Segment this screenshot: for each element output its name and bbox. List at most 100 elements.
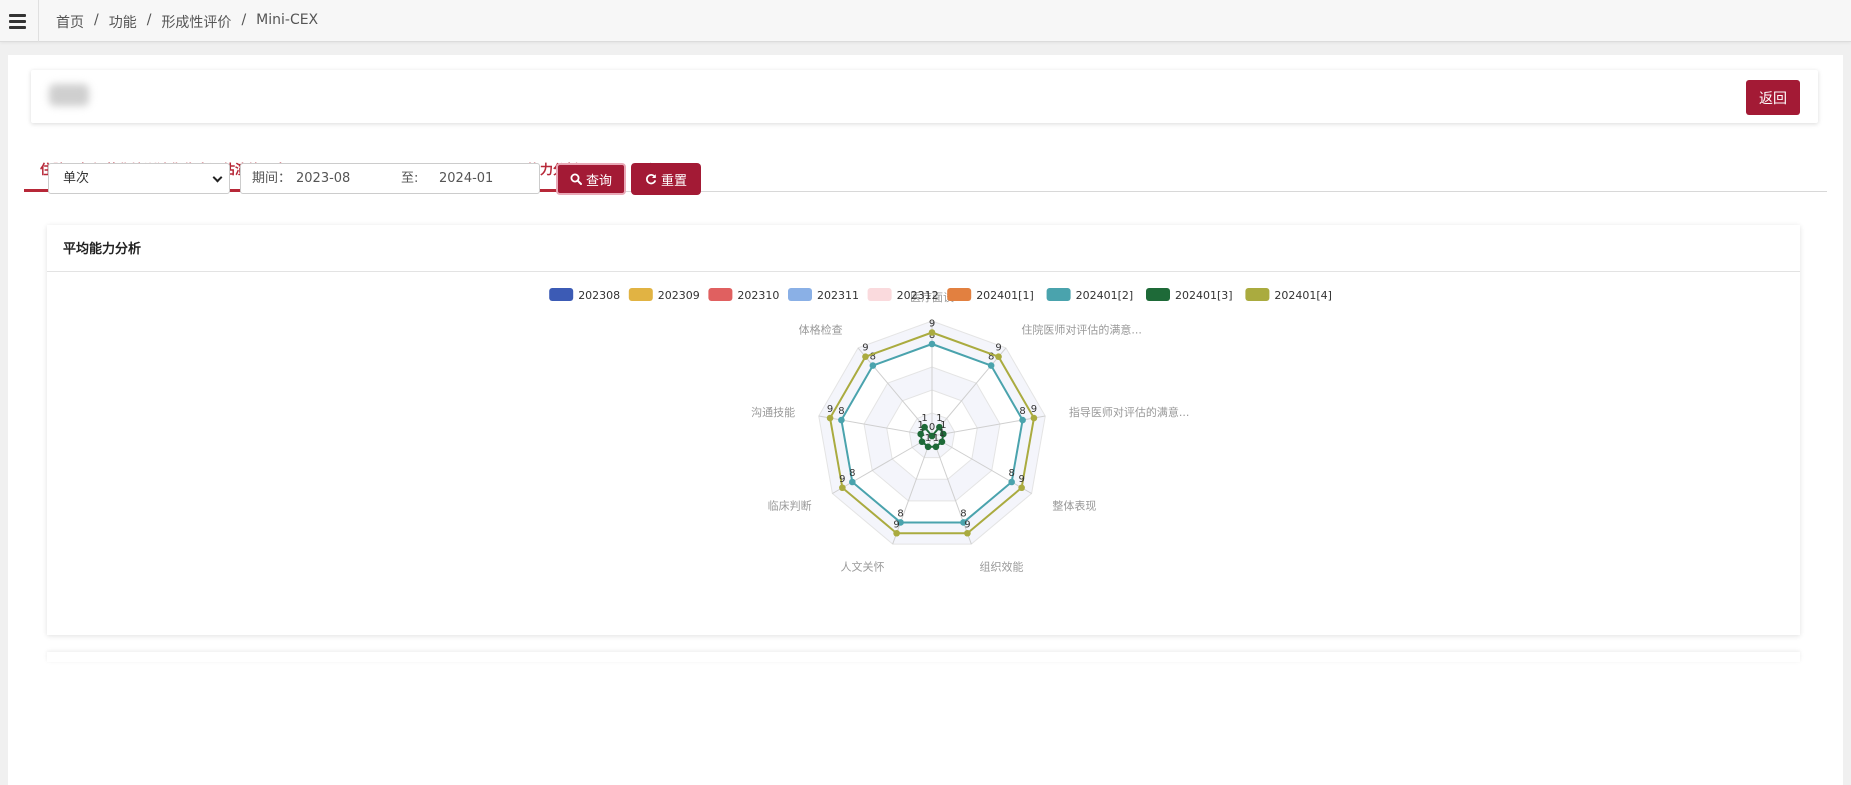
radar-data-label: 9 (1018, 474, 1024, 485)
legend-swatch (1245, 288, 1270, 301)
radar-data-label: 1 (933, 433, 939, 444)
radar-axis-label: 整体表现 (1052, 499, 1096, 513)
radar-data-point (932, 443, 940, 451)
mode-select-value: 单次 (63, 171, 90, 186)
radar-data-label: 9 (964, 519, 970, 530)
legend-item[interactable]: 202401[1] (947, 288, 1034, 302)
radar-data-point (928, 340, 936, 348)
radar-data-point (928, 329, 936, 336)
legend-item[interactable]: 202401[2] (1046, 288, 1134, 302)
legend-item[interactable]: 202309 (628, 288, 700, 302)
legend-swatch (867, 288, 892, 301)
radar-data-label: 1 (925, 433, 931, 444)
radar-data-label: 8 (838, 406, 844, 417)
query-button-label: 查询 (585, 173, 612, 189)
radar-data-label: 9 (839, 474, 845, 485)
radar-data-label: 9 (929, 319, 935, 330)
radar-data-label: 9 (827, 404, 833, 415)
radar-data-point (921, 423, 928, 431)
average-ability-card: 平均能力分析 医疗面谈 住院医师对评估的满意... 指导医师对评估的满意... 整体表… (47, 225, 1800, 635)
radar-data-label: 8 (897, 508, 903, 519)
legend-label: 202310 (737, 289, 779, 302)
legend-label: 202401[4] (1274, 289, 1332, 302)
radar-data-label: 9 (862, 343, 868, 354)
radar-axis-label: 沟通技能 (751, 405, 795, 419)
legend-item[interactable]: 202308 (549, 288, 620, 302)
reset-button-label: 重置 (660, 173, 687, 189)
student-header-card: 返回 (31, 70, 1818, 123)
breadcrumb-current: Mini-CEX (256, 12, 319, 28)
radar-axis-label: 指导医师对评估的满意... (1069, 405, 1190, 419)
radar-data-point (995, 353, 1002, 361)
radar-data-point (862, 353, 869, 361)
legend-swatch (628, 288, 653, 301)
next-card-edge (47, 652, 1800, 662)
radar-data-point (1030, 414, 1038, 422)
legend-item[interactable]: 202401[3] (1146, 288, 1233, 302)
legend-item[interactable]: 202312 (867, 288, 939, 302)
radar-data-label: 1 (939, 428, 945, 439)
period-end-value[interactable]: 2024-01 (439, 164, 493, 193)
radar-data-label: 9 (893, 519, 899, 530)
period-label: 期间： (252, 171, 292, 186)
legend-label: 202312 (897, 289, 939, 302)
radar-data-point (839, 484, 846, 492)
legend-label: 202311 (817, 289, 859, 302)
radar-data-point (1018, 484, 1025, 492)
radar-axis-label: 住院医师对评估的满意... (1021, 323, 1141, 337)
legend-swatch (1046, 288, 1071, 301)
breadcrumb-home[interactable]: 首页 (56, 12, 84, 32)
radar-axis-label: 临床判断 (768, 499, 812, 513)
mode-select[interactable]: 单次 (48, 163, 230, 194)
back-button[interactable]: 返回 (1746, 80, 1800, 115)
legend-swatch (788, 288, 812, 301)
radar-data-point (964, 529, 971, 537)
radar-data-point (917, 430, 924, 438)
legend-item[interactable]: 202401[4] (1245, 288, 1332, 302)
radar-data-label: 8 (1019, 406, 1025, 417)
radar-data-label: 9 (1031, 404, 1037, 415)
breadcrumb: 首页 / 功能 / 形成性评价 / Mini-CEX (56, 12, 318, 32)
radar-data-point (938, 438, 946, 446)
period-range-input[interactable]: 期间： 2023-08 至: 2024-01 (240, 163, 540, 194)
radar-data-point (1019, 416, 1026, 424)
breadcrumb-formative-eval[interactable]: 形成性评价 (161, 12, 231, 32)
navbar-divider (38, 0, 39, 42)
hamburger-icon (9, 11, 26, 32)
radar-data-label: 8 (849, 468, 855, 479)
legend-label: 202401[3] (1175, 289, 1233, 302)
legend-swatch (708, 288, 733, 301)
legend-swatch (549, 288, 574, 301)
radar-data-point (893, 529, 900, 537)
top-navbar: 首页 / 功能 / 形成性评价 / Mini-CEX (0, 0, 1851, 42)
legend-swatch (947, 288, 972, 301)
radar-data-label: 9 (995, 343, 1001, 354)
radar-data-point (849, 478, 856, 486)
breadcrumb-function[interactable]: 功能 (109, 12, 137, 32)
radar-axis-label: 体格检查 (799, 323, 843, 337)
radar-data-label: 1 (921, 413, 927, 424)
search-icon (570, 173, 582, 185)
radar-data-label: 8 (1008, 468, 1014, 479)
legend-label: 202309 (658, 289, 700, 302)
legend-label: 202308 (578, 289, 620, 302)
radar-data-point (838, 416, 845, 424)
radar-data-point (869, 362, 877, 369)
breadcrumb-separator: / (94, 12, 99, 28)
breadcrumb-separator: / (241, 12, 247, 28)
chevron-down-icon (212, 172, 223, 183)
reset-button[interactable]: 重置 (631, 163, 701, 195)
radar-data-point (987, 362, 995, 369)
radar-data-label: 8 (960, 508, 966, 519)
legend-item[interactable]: 202311 (788, 288, 859, 302)
period-start-value[interactable]: 2023-08 (296, 164, 350, 193)
legend-label: 202401[2] (1076, 289, 1134, 302)
query-button[interactable]: 查询 (556, 163, 626, 195)
radar-data-point (924, 443, 932, 451)
legend-swatch (1146, 288, 1170, 301)
menu-toggle-button[interactable] (0, 0, 35, 42)
blurred-student-name (49, 84, 89, 106)
breadcrumb-separator: / (146, 12, 152, 28)
radar-data-point (918, 438, 926, 446)
legend-item[interactable]: 202310 (708, 288, 779, 302)
